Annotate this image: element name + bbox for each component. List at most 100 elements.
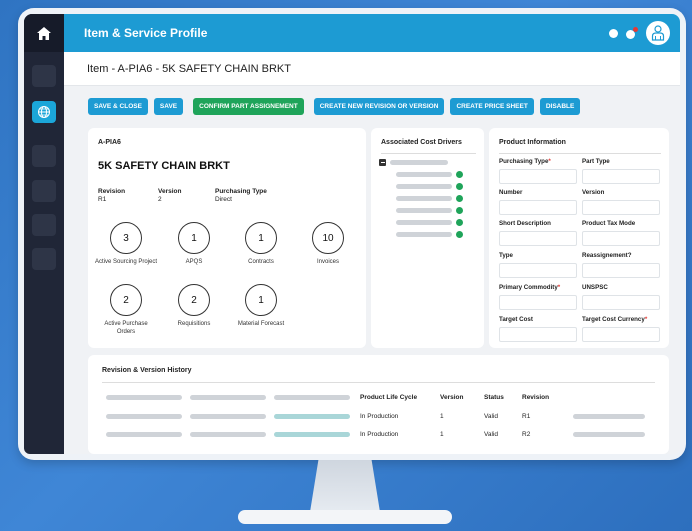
top-bar: Item & Service Profile bbox=[64, 14, 680, 52]
product-info-title: Product Information bbox=[499, 139, 566, 146]
product-tax-mode-input[interactable] bbox=[582, 231, 660, 246]
version-value: 2 bbox=[158, 196, 162, 203]
cost-tree-item[interactable] bbox=[396, 231, 463, 238]
reassignement-input[interactable] bbox=[582, 263, 660, 278]
home-button[interactable] bbox=[24, 14, 64, 52]
field-short-description: Short Description bbox=[499, 220, 577, 246]
app-title: Item & Service Profile bbox=[84, 26, 208, 40]
history-title: Revision & Version History bbox=[102, 367, 192, 374]
history-panel: Revision & Version History Product Life … bbox=[88, 355, 669, 454]
status-dot-icon[interactable] bbox=[609, 28, 618, 38]
metric-label: Active Sourcing Project bbox=[94, 259, 158, 265]
action-bar: SAVE & CLOSE SAVE CONFIRM PART ASSIGNEME… bbox=[88, 98, 581, 115]
cost-tree-root[interactable] bbox=[379, 159, 448, 166]
field-label: Part Type bbox=[582, 158, 610, 165]
target-cost-input[interactable] bbox=[499, 327, 577, 342]
field-part-type: Part Type bbox=[582, 158, 660, 184]
cost-tree-item[interactable] bbox=[396, 207, 463, 214]
notification-icon[interactable] bbox=[626, 27, 638, 39]
metric-value: 3 bbox=[110, 222, 142, 254]
unspsc-input[interactable] bbox=[582, 295, 660, 310]
sidebar-item-6[interactable] bbox=[32, 248, 56, 270]
confirm-part-button[interactable]: CONFIRM PART ASSIGNEMENT bbox=[193, 98, 304, 115]
metric-value: 2 bbox=[178, 284, 210, 316]
type-input[interactable] bbox=[499, 263, 577, 278]
cost-drivers-panel: Associated Cost Drivers bbox=[371, 128, 484, 348]
cell-revision: R2 bbox=[522, 431, 531, 438]
sidebar-item-1[interactable] bbox=[32, 65, 56, 87]
metric-active-po[interactable]: 2 Active Purchase Orders bbox=[91, 284, 161, 337]
metric-invoices[interactable]: 10 Invoices bbox=[293, 222, 363, 267]
version-input[interactable] bbox=[582, 200, 660, 215]
globe-icon bbox=[38, 106, 50, 118]
cost-tree-item[interactable] bbox=[396, 183, 463, 190]
metric-value: 1 bbox=[245, 222, 277, 254]
version-label: Version bbox=[158, 188, 182, 195]
product-info-panel: Product Information Purchasing Type* Par… bbox=[489, 128, 669, 348]
save-close-button[interactable]: SAVE & CLOSE bbox=[88, 98, 148, 115]
cell-lifecycle: In Production bbox=[360, 431, 399, 438]
sidebar-item-5[interactable] bbox=[32, 214, 56, 236]
create-revision-button[interactable]: CREATE NEW REVISION OR VERSION bbox=[313, 98, 445, 115]
table-row[interactable]: In Production 1 Valid R1 bbox=[102, 410, 655, 424]
check-icon bbox=[456, 219, 463, 226]
header-revision: Revision bbox=[522, 394, 550, 401]
field-label: UNSPSC bbox=[582, 284, 608, 291]
cell-status: Valid bbox=[484, 431, 498, 438]
table-row[interactable]: In Production 1 Valid R2 bbox=[102, 428, 655, 442]
cell-status: Valid bbox=[484, 413, 498, 420]
purchasing-type-input[interactable] bbox=[499, 169, 577, 184]
field-target-cost-currency: Target Cost Currency* bbox=[582, 316, 660, 342]
item-header: Item - A-PIA6 - 5K SAFETY CHAIN BRKT bbox=[64, 52, 680, 86]
field-label: Purchasing Type bbox=[499, 158, 549, 165]
metric-contracts[interactable]: 1 Contracts bbox=[226, 222, 296, 267]
field-primary-commodity: Primary Commodity* bbox=[499, 284, 577, 310]
item-name: 5K SAFETY CHAIN BRKT bbox=[98, 160, 230, 172]
user-icon bbox=[651, 25, 665, 41]
revision-value: R1 bbox=[98, 196, 107, 203]
cost-tree-item[interactable] bbox=[396, 195, 463, 202]
field-label: Target Cost bbox=[499, 316, 533, 323]
field-type: Type bbox=[499, 252, 577, 278]
header-lifecycle: Product Life Cycle bbox=[360, 394, 418, 401]
check-icon bbox=[456, 207, 463, 214]
cost-tree-item[interactable] bbox=[396, 219, 463, 226]
metric-apqs[interactable]: 1 APQS bbox=[159, 222, 229, 267]
collapse-icon[interactable] bbox=[379, 159, 386, 166]
short-description-input[interactable] bbox=[499, 231, 577, 246]
number-input[interactable] bbox=[499, 200, 577, 215]
purchasing-type-value: Direct bbox=[215, 196, 232, 203]
metric-requisitions[interactable]: 2 Requisitions bbox=[159, 284, 229, 329]
metric-value: 2 bbox=[110, 284, 142, 316]
field-label: Product Tax Mode bbox=[582, 220, 636, 227]
metric-value: 10 bbox=[312, 222, 344, 254]
cost-tree-item[interactable] bbox=[396, 171, 463, 178]
sidebar-item-3[interactable] bbox=[32, 145, 56, 167]
field-label: Version bbox=[582, 189, 605, 196]
sidebar-item-4[interactable] bbox=[32, 180, 56, 202]
primary-commodity-input[interactable] bbox=[499, 295, 577, 310]
field-label: Reassignement? bbox=[582, 252, 632, 259]
user-avatar[interactable] bbox=[646, 21, 670, 45]
cell-lifecycle: In Production bbox=[360, 413, 399, 420]
check-icon bbox=[456, 231, 463, 238]
part-type-input[interactable] bbox=[582, 169, 660, 184]
sidebar-active-pointer bbox=[64, 108, 71, 122]
target-cost-currency-input[interactable] bbox=[582, 327, 660, 342]
cost-drivers-title: Associated Cost Drivers bbox=[381, 139, 462, 146]
header-status: Status bbox=[484, 394, 504, 401]
field-number: Number bbox=[499, 189, 577, 215]
field-product-tax-mode: Product Tax Mode bbox=[582, 220, 660, 246]
cell-revision: R1 bbox=[522, 413, 531, 420]
item-code: A-PIA6 bbox=[98, 139, 121, 146]
metric-active-sourcing[interactable]: 3 Active Sourcing Project bbox=[91, 222, 161, 267]
header-version: Version bbox=[440, 394, 464, 401]
save-button[interactable]: SAVE bbox=[153, 98, 184, 115]
revision-field: Revision R1 bbox=[98, 188, 125, 203]
disable-button[interactable]: DISABLE bbox=[539, 98, 581, 115]
sidebar-item-globe[interactable] bbox=[32, 101, 56, 123]
overview-panel: A-PIA6 5K SAFETY CHAIN BRKT Revision R1 … bbox=[88, 128, 366, 348]
metric-material-forecast[interactable]: 1 Material Forecast bbox=[226, 284, 296, 329]
metric-label: APQS bbox=[185, 259, 203, 265]
create-price-sheet-button[interactable]: CREATE PRICE SHEET bbox=[450, 98, 534, 115]
